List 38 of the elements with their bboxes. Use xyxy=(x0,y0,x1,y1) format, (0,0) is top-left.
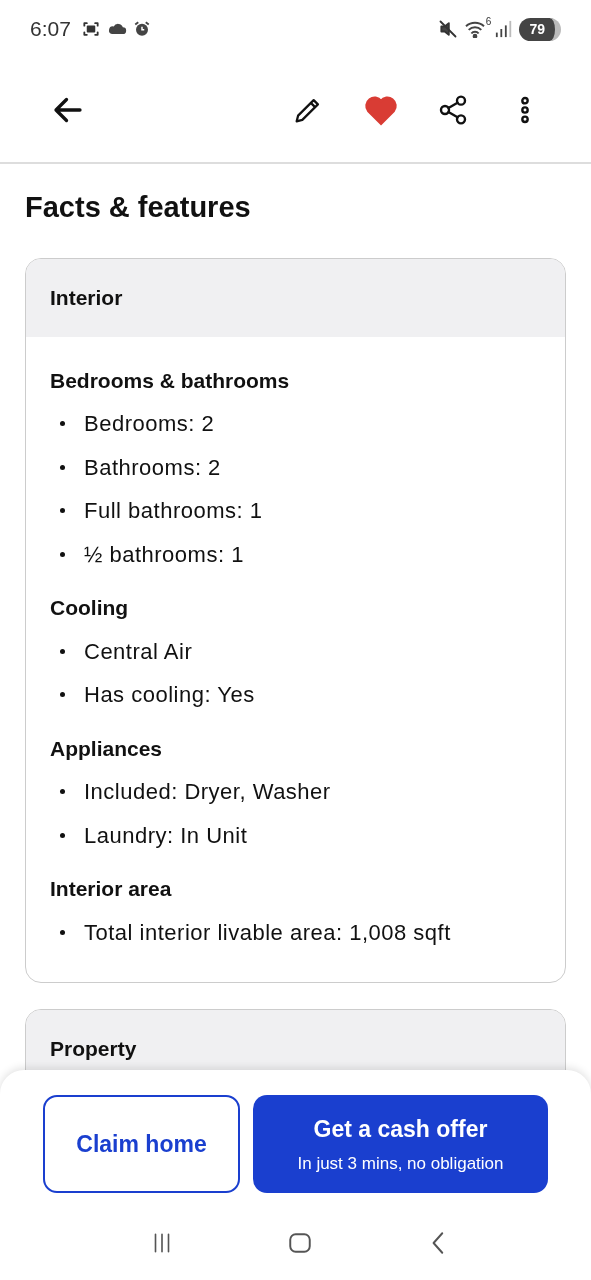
bullet-icon xyxy=(60,789,65,795)
bullet-icon xyxy=(60,551,65,557)
wifi-generation-label: 6 xyxy=(485,15,492,29)
fact-item: Has cooling: Yes xyxy=(84,681,255,710)
group-heading: Bedrooms & bathrooms xyxy=(50,367,291,394)
group-heading: Interior area xyxy=(50,876,173,902)
fact-item: Full bathrooms: 1 xyxy=(84,497,263,526)
cloud-icon xyxy=(106,22,127,36)
group-heading: Cooling xyxy=(50,595,130,621)
battery-indicator: 79 xyxy=(519,17,561,41)
claim-home-button[interactable]: Claim home xyxy=(43,1095,240,1193)
fact-item: ½ bathrooms: 1 xyxy=(84,540,244,569)
bullet-icon xyxy=(60,421,65,427)
bullet-icon xyxy=(60,929,65,935)
home-icon[interactable] xyxy=(287,1230,314,1256)
wifi-icon xyxy=(463,20,486,38)
bullet-icon xyxy=(60,832,65,838)
mute-icon xyxy=(437,19,458,39)
bullet-icon xyxy=(60,692,65,698)
bullet-icon xyxy=(60,508,65,514)
section-title: Facts & features xyxy=(25,190,252,225)
share-icon[interactable] xyxy=(437,94,469,126)
fact-item: Bathrooms: 2 xyxy=(84,453,221,482)
alarm-icon xyxy=(132,20,151,38)
fact-item: Bedrooms: 2 xyxy=(84,410,215,439)
signal-icon xyxy=(495,20,514,38)
card-heading: Property xyxy=(50,1036,137,1063)
cash-offer-button[interactable]: Get a cash offer In just 3 mins, no obligation xyxy=(253,1095,548,1193)
fact-item: Central Air xyxy=(84,637,193,666)
status-time: 6:07 xyxy=(30,16,71,43)
bullet-icon xyxy=(60,648,65,654)
fact-item: Total interior livable area: 1,008 sqft xyxy=(84,918,451,947)
fact-item: Included: Dryer, Washer xyxy=(84,778,331,807)
card-heading: Interior xyxy=(50,284,123,311)
bullet-icon xyxy=(60,464,65,470)
group-heading: Appliances xyxy=(50,735,164,762)
screenshot-icon xyxy=(80,19,101,39)
fact-item: Laundry: In Unit xyxy=(84,821,248,850)
